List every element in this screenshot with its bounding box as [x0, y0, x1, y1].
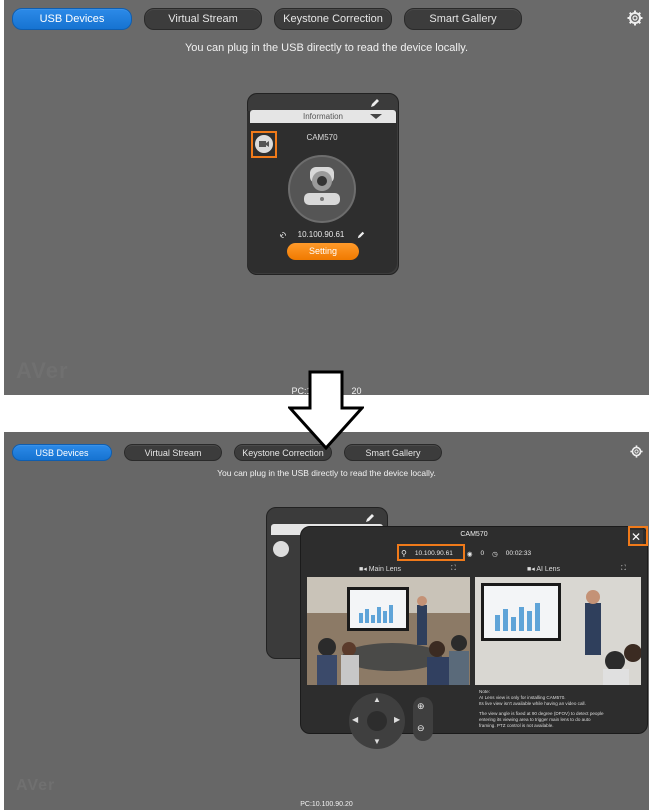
main-lens-label: Main Lens: [368, 566, 401, 573]
device-card: Information CAM570 10.100.90.61 Setting: [247, 93, 399, 275]
top-screenshot-panel: USB Devices Virtual Stream Keystone Corr…: [4, 0, 649, 395]
information-label: Information: [302, 112, 344, 121]
pencil-icon[interactable]: [369, 97, 381, 109]
page-subtitle: You can plug in the USB directly to read…: [184, 42, 469, 54]
tab-keystone-correction[interactable]: Keystone Correction: [274, 8, 392, 30]
tab-bar: USB Devices Virtual Stream Keystone Corr…: [12, 444, 442, 461]
pan-right-icon[interactable]: ▶: [394, 715, 400, 724]
fullscreen-icon[interactable]: ⛶: [451, 565, 456, 573]
tab-smart-gallery[interactable]: Smart Gallery: [404, 8, 522, 30]
viewer-count: 0: [480, 550, 485, 557]
ai-lens-header: ■◂ AI Lens: [527, 565, 560, 573]
bottom-screenshot-panel: USB Devices Virtual Stream Keystone Corr…: [4, 432, 649, 810]
camera-device-image: [288, 155, 356, 223]
pencil-icon: [366, 514, 374, 522]
tab-usb-devices[interactable]: USB Devices: [12, 444, 112, 461]
main-lens-preview: [307, 577, 470, 685]
fullscreen-icon[interactable]: ⛶: [621, 565, 626, 573]
elapsed-time: 00:02:33: [505, 550, 532, 557]
user-icon: ◉: [466, 550, 473, 558]
main-lens-header: ■◂ Main Lens: [359, 565, 401, 573]
device-ip: 10.100.90.61: [297, 230, 345, 239]
watermark-logo: AVer: [16, 358, 69, 383]
pan-down-icon[interactable]: ▼: [373, 737, 381, 746]
ptz-direction-pad[interactable]: ▲ ▼ ◀ ▶: [349, 693, 405, 749]
down-arrow-icon: [288, 370, 364, 450]
ip-highlight: [397, 544, 465, 561]
ai-lens-label: AI Lens: [536, 566, 561, 573]
close-button-highlight: [628, 526, 648, 546]
camera-preview-dialog: CAM570 ✕ ⚲ 10.100.90.61 ◉ 0 ◷ 00:02:33 ■…: [300, 526, 648, 749]
pan-left-icon[interactable]: ◀: [352, 715, 358, 724]
zoom-in-icon[interactable]: ⊕: [417, 701, 425, 712]
tab-virtual-stream[interactable]: Virtual Stream: [144, 8, 262, 30]
watermark-logo: AVer: [16, 777, 56, 794]
clock-icon: ◷: [492, 550, 498, 558]
pencil-icon[interactable]: [357, 231, 365, 239]
video-camera-icon: [273, 541, 289, 557]
pc-address-label: PC:10.100.90.20: [300, 801, 353, 808]
camera-icon-highlight: [251, 131, 277, 158]
zoom-out-icon[interactable]: ⊖: [417, 723, 425, 734]
zoom-controls: ⊕ ⊖: [413, 697, 433, 741]
information-dropdown[interactable]: Information: [250, 110, 396, 123]
device-ip-row: 10.100.90.61: [247, 230, 397, 239]
ptz-center: [367, 711, 387, 731]
gear-icon[interactable]: [627, 10, 643, 26]
dialog-title: CAM570: [460, 531, 488, 538]
ai-lens-note: Note: AI Lens view is only for installin…: [479, 689, 639, 729]
chevron-down-icon: [370, 114, 382, 119]
tab-usb-devices[interactable]: USB Devices: [12, 8, 132, 30]
ai-lens-preview: [475, 577, 641, 685]
video-camera-icon: ■◂: [527, 566, 535, 573]
tab-bar: USB Devices Virtual Stream Keystone Corr…: [12, 8, 522, 30]
video-camera-icon: ■◂: [359, 566, 367, 573]
tab-virtual-stream[interactable]: Virtual Stream: [124, 444, 222, 461]
pan-up-icon[interactable]: ▲: [373, 695, 381, 704]
note-line: framing. PTZ control is not available.: [479, 723, 554, 728]
link-icon: [280, 232, 287, 238]
setting-button[interactable]: Setting: [287, 243, 359, 260]
gear-icon[interactable]: [630, 445, 643, 458]
page-subtitle: You can plug in the USB directly to read…: [217, 468, 436, 478]
